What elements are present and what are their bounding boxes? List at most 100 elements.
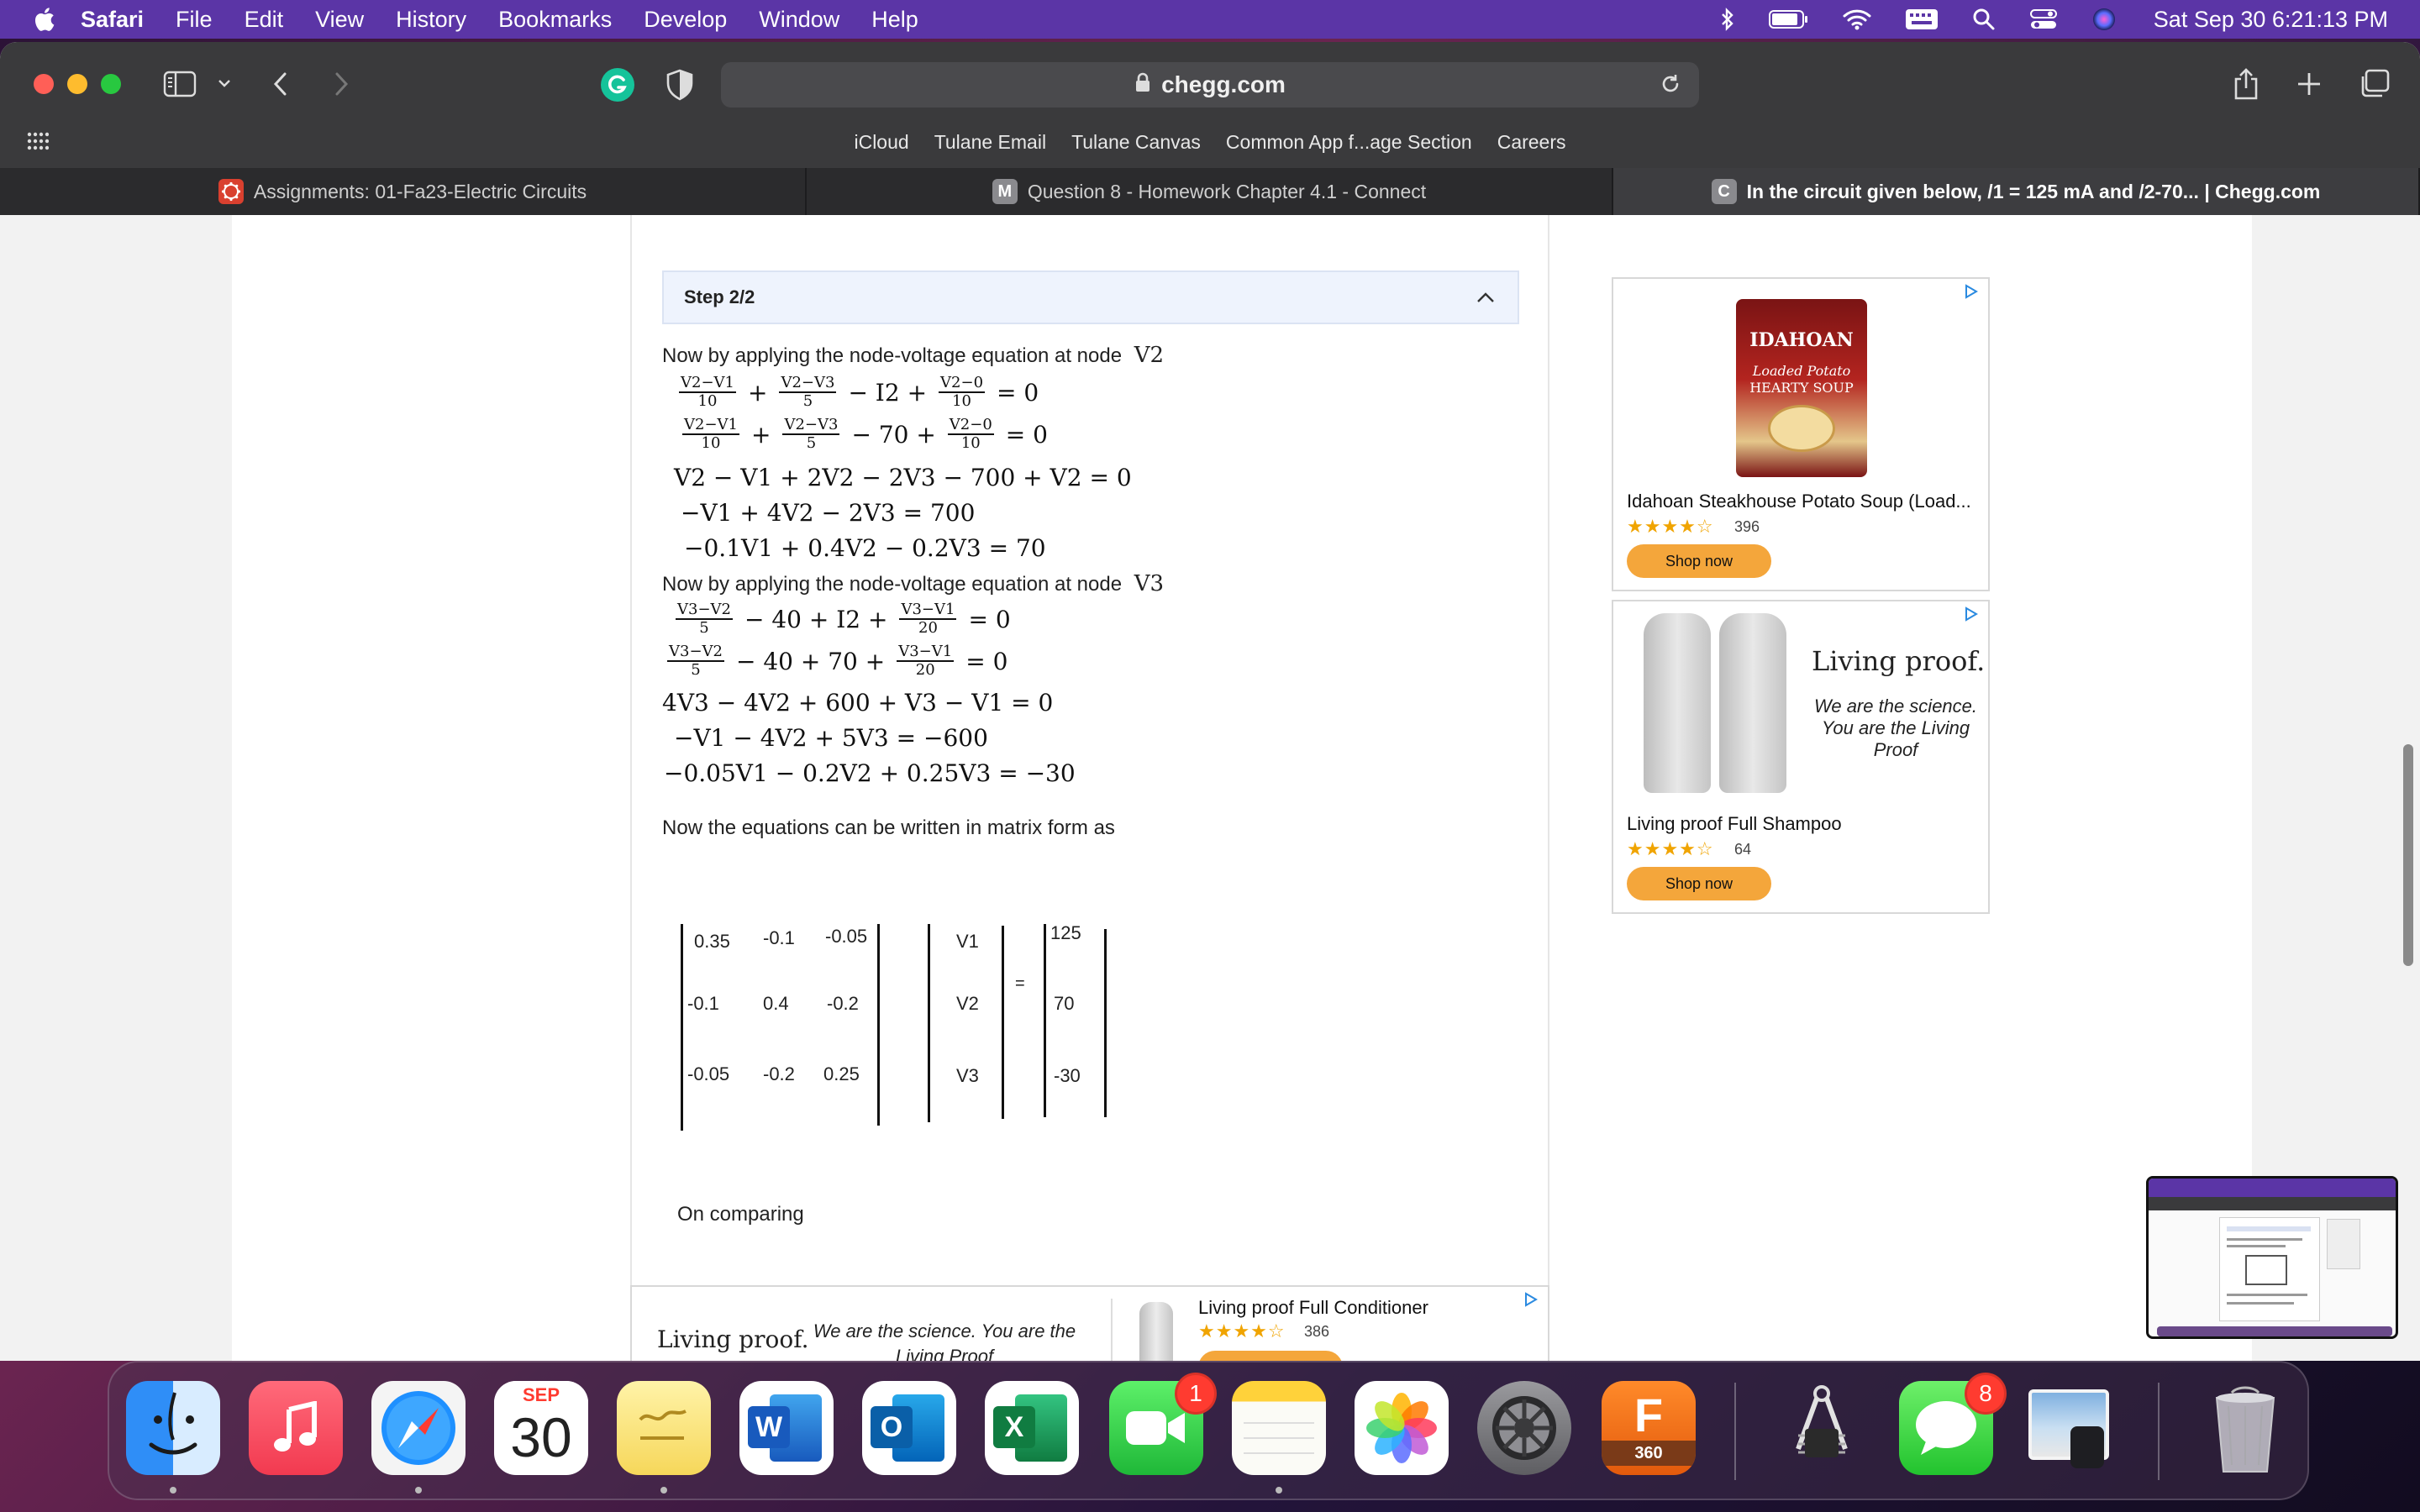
conditioner-ad-name[interactable]: Living proof Full Conditioner: [1198, 1297, 1428, 1319]
close-window-button[interactable]: [34, 74, 54, 94]
menu-history[interactable]: History: [396, 7, 466, 33]
preview-icon[interactable]: [2022, 1381, 2116, 1475]
lock-icon: [1134, 71, 1151, 98]
share-icon[interactable]: [2232, 67, 2260, 101]
address-bar[interactable]: chegg.com: [721, 62, 1699, 108]
control-center-icon[interactable]: [2029, 8, 2058, 31]
adchoices-icon[interactable]: [1963, 606, 1978, 626]
system-information-icon[interactable]: [1775, 1381, 1869, 1475]
music-icon[interactable]: [249, 1381, 343, 1475]
menu-bookmarks[interactable]: Bookmarks: [498, 7, 612, 33]
star-rating-icon: ★★★★☆: [1627, 516, 1714, 537]
running-indicator: [415, 1487, 422, 1494]
matrix-a-cell: -0.05: [825, 926, 868, 947]
page-scrollbar[interactable]: [2403, 744, 2413, 966]
conditioner-bottle-icon: [1719, 613, 1786, 793]
screenshot-thumbnail[interactable]: [2146, 1176, 2398, 1339]
conditioner-shop-now-button[interactable]: Shop now: [1198, 1351, 1343, 1361]
matrix-a-cell: -0.05: [687, 1063, 730, 1084]
menubar-clock[interactable]: Sat Sep 30 6:21:13 PM: [2154, 7, 2388, 33]
chevron-down-icon[interactable]: [217, 77, 232, 89]
system-settings-icon[interactable]: [1477, 1381, 1571, 1475]
on-comparing-text: On comparing: [677, 1203, 804, 1226]
zoom-window-button[interactable]: [101, 74, 121, 94]
soup-ad-name[interactable]: Idahoan Steakhouse Potato Soup (Load...: [1627, 491, 1971, 512]
grammarly-icon[interactable]: [600, 67, 635, 102]
safari-icon[interactable]: [371, 1381, 466, 1475]
ad-divider: [1111, 1299, 1113, 1361]
menu-view[interactable]: View: [315, 7, 364, 33]
shampoo-shop-now-button[interactable]: Shop now: [1627, 867, 1771, 900]
ad-card-soup[interactable]: IDAHOAN Loaded Potato HEARTY SOUP Idahoa…: [1612, 277, 1990, 591]
adchoices-icon[interactable]: [1523, 1292, 1538, 1311]
menu-file[interactable]: File: [176, 7, 213, 33]
menu-app-name[interactable]: Safari: [81, 7, 144, 33]
tab-overview-icon[interactable]: [2358, 69, 2390, 99]
tab-canvas-assignments[interactable]: Assignments: 01-Fa23-Electric Circuits: [0, 168, 807, 215]
calendar-month: SEP: [494, 1381, 588, 1406]
fusion-360-icon[interactable]: F 360: [1602, 1381, 1696, 1475]
bluetooth-icon[interactable]: [1720, 8, 1735, 31]
calendar-icon[interactable]: SEP 30: [494, 1381, 588, 1475]
forward-icon[interactable]: [331, 71, 351, 97]
matrix-a-cell: -0.1: [763, 927, 795, 948]
menu-window[interactable]: Window: [759, 7, 839, 33]
excel-icon[interactable]: X: [985, 1381, 1079, 1475]
favorite-tulane-email[interactable]: Tulane Email: [934, 131, 1046, 154]
node-v2-intro: Now by applying the node-voltage equatio…: [662, 343, 1165, 368]
shampoo-ad-name[interactable]: Living proof Full Shampoo: [1627, 813, 1842, 835]
reload-icon[interactable]: [1659, 72, 1682, 102]
favorite-icloud[interactable]: iCloud: [854, 131, 908, 154]
matrix-b-right-bar: [1104, 929, 1107, 1117]
menu-help[interactable]: Help: [871, 7, 918, 33]
sidebar-toggle-icon[interactable]: [163, 71, 197, 97]
equation-v3-line4: −V1 − 4V2 + 5V3 = −600: [674, 724, 988, 752]
adchoices-icon[interactable]: [1963, 284, 1978, 303]
trash-icon[interactable]: [2198, 1381, 2292, 1475]
outlook-icon[interactable]: O: [862, 1381, 956, 1475]
matrix-a-cell: 0.35: [694, 931, 730, 952]
tab-chegg[interactable]: C In the circuit given below, /1 = 125 m…: [1613, 168, 2420, 215]
new-tab-icon[interactable]: [2296, 71, 2323, 97]
soup-shop-now-button[interactable]: Shop now: [1627, 544, 1771, 578]
stickies-icon[interactable]: [617, 1381, 711, 1475]
menu-bar: Safari File Edit View History Bookmarks …: [0, 0, 2420, 39]
matrix-a-right-bar: [877, 924, 880, 1126]
tab-title: In the circuit given below, /1 = 125 mA …: [1746, 180, 2321, 202]
favorite-careers[interactable]: Careers: [1497, 131, 1566, 154]
ad-banner-conditioner[interactable]: Living proof. We are the science. You ar…: [630, 1285, 1549, 1361]
battery-icon[interactable]: [1768, 9, 1809, 29]
wifi-icon[interactable]: [1843, 8, 1871, 30]
url-text[interactable]: chegg.com: [1161, 71, 1286, 98]
privacy-shield-icon[interactable]: [666, 69, 694, 101]
equation-v2-line2: V2−V1 10 + V2−V3 5 − 70 + V2−0 10 = 0: [682, 416, 1048, 452]
chevron-up-icon[interactable]: [1476, 287, 1496, 309]
siri-icon[interactable]: [2091, 7, 2117, 32]
ad-card-shampoo[interactable]: Living proof. We are the science. You ar…: [1612, 600, 1990, 914]
step-header[interactable]: Step 2/2: [662, 270, 1519, 324]
thumbnail-page: [2219, 1217, 2320, 1321]
menu-edit[interactable]: Edit: [245, 7, 284, 33]
node-v3-intro: Now by applying the node-voltage equatio…: [662, 571, 1165, 596]
favorite-common-app[interactable]: Common App f...age Section: [1226, 131, 1472, 154]
apple-icon[interactable]: [32, 6, 55, 33]
tab-connect-homework[interactable]: M Question 8 - Homework Chapter 4.1 - Co…: [807, 168, 1613, 215]
notes-icon[interactable]: [1232, 1381, 1326, 1475]
keyboard-icon[interactable]: [1905, 8, 1939, 30]
word-icon[interactable]: W: [739, 1381, 834, 1475]
menu-develop[interactable]: Develop: [644, 7, 727, 33]
photos-icon[interactable]: [1355, 1381, 1449, 1475]
matrix-b-left-bar: [1044, 924, 1046, 1117]
back-icon[interactable]: [271, 71, 291, 97]
matrix-v-right-bar: [1002, 926, 1004, 1119]
dock-separator: [1734, 1383, 1736, 1480]
finder-icon[interactable]: [126, 1381, 220, 1475]
search-icon[interactable]: [1972, 8, 1996, 31]
step-label: Step 2/2: [684, 286, 755, 307]
soup-pack-line2: HEARTY SOUP: [1749, 380, 1854, 396]
node-v3-label: V3: [1134, 571, 1165, 596]
star-rating-icon: ★★★★☆: [1198, 1320, 1286, 1341]
minimize-window-button[interactable]: [67, 74, 87, 94]
solution-column: Step 2/2 Now by applying the node-voltag…: [630, 215, 1549, 1361]
favorite-tulane-canvas[interactable]: Tulane Canvas: [1071, 131, 1201, 154]
